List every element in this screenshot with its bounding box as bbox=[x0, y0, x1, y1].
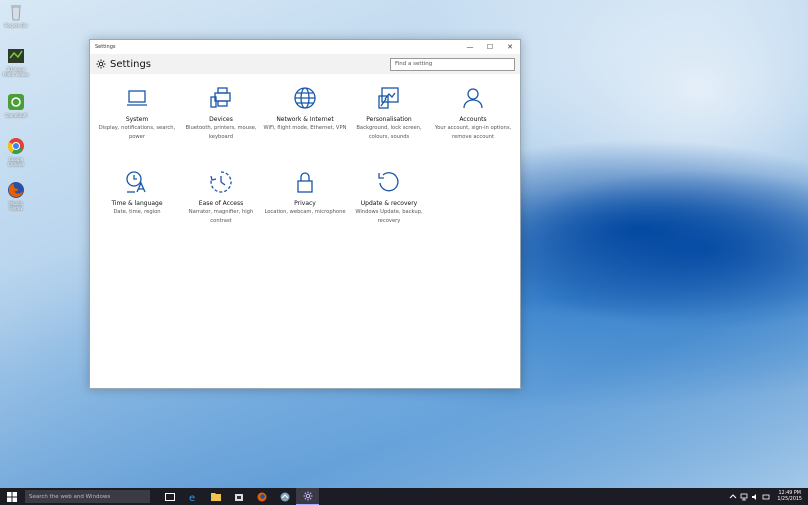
gamestuff-icon bbox=[8, 94, 24, 110]
network-icon[interactable] bbox=[740, 493, 748, 501]
internet-explorer-icon: e bbox=[189, 493, 195, 502]
system-tray: 12:49 PM 1/25/2015 bbox=[729, 491, 808, 503]
firefox-taskbar-icon bbox=[257, 492, 266, 501]
desktop-icon-3d-vision[interactable]: 3D Vision Photo Viewer bbox=[2, 46, 30, 84]
tile-time-language[interactable]: Time & language Date, time, region bbox=[95, 170, 179, 242]
lock-icon bbox=[297, 172, 313, 193]
laptop-icon bbox=[127, 90, 147, 106]
update-icon bbox=[378, 172, 399, 192]
windows-logo-icon bbox=[6, 491, 17, 502]
chrome-icon bbox=[7, 138, 24, 154]
tile-description: Windows Update, backup, recovery bbox=[355, 209, 423, 224]
time-language-icon bbox=[126, 171, 146, 193]
taskbar-app[interactable] bbox=[273, 488, 296, 505]
svg-text:e: e bbox=[189, 493, 195, 502]
clock-time: 12:49 PM bbox=[778, 490, 801, 496]
recycle-bin-icon bbox=[11, 5, 21, 21]
settings-window: Settings — ☐ ✕ Settings System Display, bbox=[89, 39, 521, 389]
globe-icon bbox=[294, 87, 316, 109]
tile-description: Narrator, magnifier, high contrast bbox=[188, 209, 254, 224]
tile-description: Location, webcam, microphone bbox=[264, 209, 346, 215]
window-title: Settings bbox=[95, 44, 116, 50]
tile-system[interactable]: System Display, notifications, search, p… bbox=[95, 86, 179, 158]
start-button[interactable] bbox=[0, 488, 23, 505]
tile-description: Display, notifications, search, power bbox=[98, 125, 176, 140]
personalisation-icon bbox=[378, 87, 399, 109]
taskbar-search-input[interactable] bbox=[25, 490, 150, 503]
chevron-up-icon[interactable] bbox=[729, 493, 737, 501]
desktop-icon-firefox[interactable]: Mozilla Firefox bbox=[2, 180, 30, 218]
tile-name: Accounts bbox=[459, 116, 487, 123]
tile-name: Time & language bbox=[111, 200, 163, 207]
task-view-icon bbox=[164, 492, 175, 501]
volume-icon[interactable] bbox=[751, 493, 759, 501]
close-button[interactable]: ✕ bbox=[500, 40, 520, 54]
task-view-button[interactable] bbox=[158, 488, 181, 505]
desktop-icon-chrome[interactable]: Google Chrome bbox=[2, 136, 30, 174]
settings-taskbar-icon bbox=[303, 491, 312, 501]
folder-icon bbox=[210, 493, 221, 501]
tile-name: Update & recovery bbox=[360, 200, 418, 207]
tile-name: Ease of Access bbox=[198, 200, 244, 207]
3d-vision-icon bbox=[8, 49, 24, 63]
tile-name: Privacy bbox=[294, 200, 316, 207]
tile-name: Devices bbox=[209, 116, 233, 123]
tile-name: Personalisation bbox=[366, 116, 412, 123]
find-setting-input[interactable] bbox=[390, 57, 515, 71]
firefox-icon bbox=[8, 182, 24, 198]
desktop-icon-recycle-bin[interactable]: Recycle Bin bbox=[2, 2, 30, 40]
app-icon bbox=[280, 492, 289, 501]
tile-description: Date, time, region bbox=[113, 209, 161, 215]
tile-description: Background, lock screen, colours, sounds bbox=[356, 125, 422, 140]
tile-accounts[interactable]: Accounts Your account, sign-in options, … bbox=[431, 86, 515, 158]
tile-ease-of-access[interactable]: Ease of Access Narrator, magnifier, high… bbox=[179, 170, 263, 242]
devices-icon bbox=[210, 87, 231, 108]
taskbar-store[interactable] bbox=[227, 488, 250, 505]
clock-date: 1/25/2015 bbox=[777, 496, 802, 502]
taskbar: e 12:49 PM 1/25/2015 bbox=[0, 488, 808, 505]
tile-network[interactable]: Network & Internet WiFi, flight mode, Et… bbox=[263, 86, 347, 158]
taskbar-file-explorer[interactable] bbox=[204, 488, 227, 505]
taskbar-ie[interactable]: e bbox=[181, 488, 204, 505]
clock[interactable]: 12:49 PM 1/25/2015 bbox=[777, 491, 802, 503]
settings-header: Settings bbox=[90, 54, 520, 74]
notifications-icon[interactable] bbox=[762, 493, 770, 501]
tile-privacy[interactable]: Privacy Location, webcam, microphone bbox=[263, 170, 347, 242]
tile-devices[interactable]: Devices Bluetooth, printers, mouse, keyb… bbox=[179, 86, 263, 158]
person-icon bbox=[463, 88, 483, 109]
tile-name: Network & Internet bbox=[276, 116, 334, 123]
tile-description: Your account, sign-in options, remove ac… bbox=[434, 125, 512, 140]
minimize-button[interactable]: — bbox=[460, 40, 480, 54]
tile-personalisation[interactable]: Personalisation Background, lock screen,… bbox=[347, 86, 431, 158]
maximize-button[interactable]: ☐ bbox=[480, 40, 500, 54]
page-title: Settings bbox=[110, 58, 152, 70]
desktop-icon-gamestuff[interactable]: GameStuff bbox=[2, 92, 30, 130]
tile-name: System bbox=[125, 116, 149, 123]
taskbar-settings[interactable] bbox=[296, 488, 319, 505]
gear-icon bbox=[96, 59, 106, 69]
store-icon bbox=[234, 493, 243, 501]
title-bar[interactable]: Settings — ☐ ✕ bbox=[90, 40, 520, 54]
ease-of-access-icon bbox=[210, 171, 232, 193]
tile-update-recovery[interactable]: Update & recovery Windows Update, backup… bbox=[347, 170, 431, 242]
tile-description: Bluetooth, printers, mouse, keyboard bbox=[185, 125, 257, 140]
tile-description: WiFi, flight mode, Ethernet, VPN bbox=[263, 125, 347, 131]
taskbar-firefox[interactable] bbox=[250, 488, 273, 505]
